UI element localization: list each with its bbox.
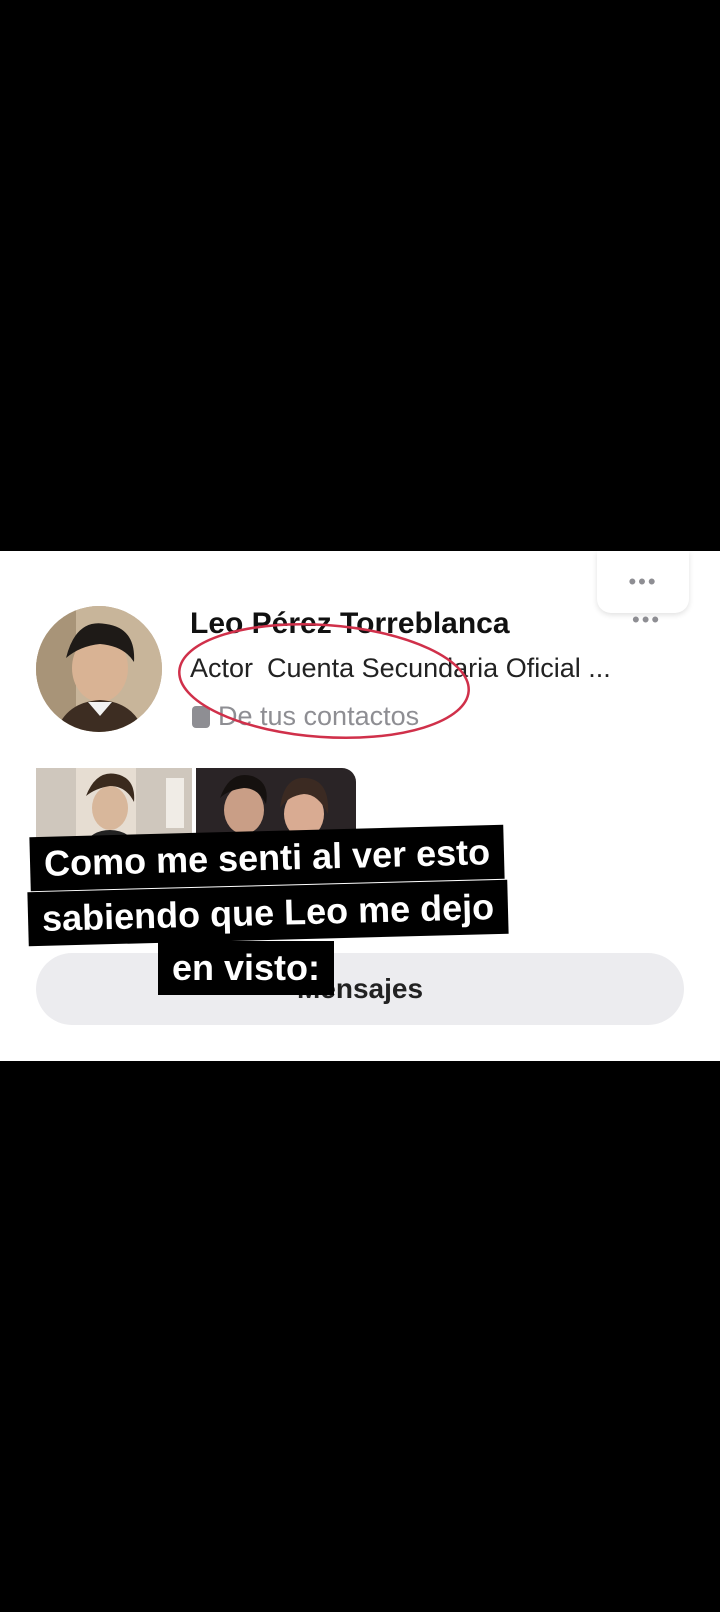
- photo-thumbnail[interactable]: [36, 768, 192, 846]
- annotation-circle: [178, 622, 470, 740]
- photo-strip: [36, 768, 356, 846]
- messages-button-label: Mensajes: [296, 973, 424, 1004]
- avatar-image: [36, 606, 162, 732]
- photo-thumbnail[interactable]: [196, 768, 356, 846]
- profile-card: ••• Leo Pérez Torreblanca ••• Actor Cuent…: [0, 551, 720, 1061]
- avatar[interactable]: [36, 606, 162, 732]
- top-more-button[interactable]: •••: [597, 551, 689, 613]
- messages-button[interactable]: Mensajes: [36, 953, 684, 1025]
- caption-line-2: sabiendo que Leo me dejo: [27, 879, 509, 947]
- more-horizontal-icon: •••: [628, 569, 658, 594]
- more-horizontal-icon[interactable]: •••: [632, 607, 661, 633]
- photo-image: [36, 768, 192, 846]
- photo-image: [196, 768, 356, 846]
- subtitle-more[interactable]: ...: [588, 653, 611, 683]
